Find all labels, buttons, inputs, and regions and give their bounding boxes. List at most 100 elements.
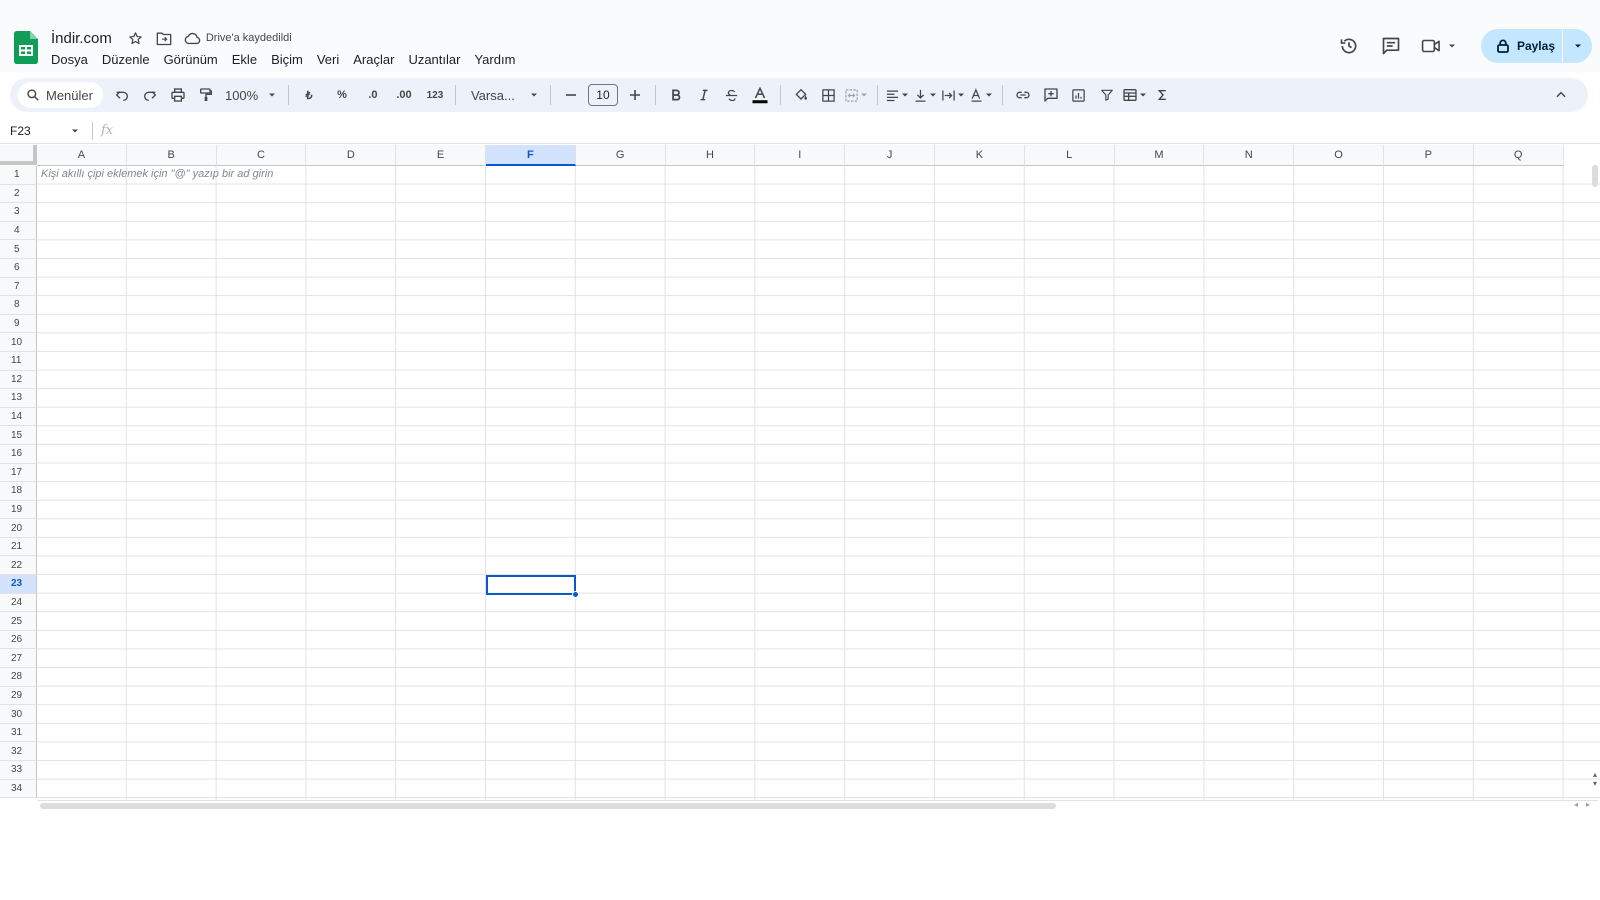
column-header-m[interactable]: M xyxy=(1114,145,1205,166)
row-header-20[interactable]: 20 xyxy=(0,519,37,538)
zoom-select[interactable]: 100% xyxy=(221,82,281,108)
row-header-15[interactable]: 15 xyxy=(0,426,37,445)
row-header-17[interactable]: 17 xyxy=(0,463,37,483)
menu-araclar[interactable]: Araçlar xyxy=(346,50,401,70)
undo-button[interactable] xyxy=(109,82,135,108)
row-header-26[interactable]: 26 xyxy=(0,630,37,650)
column-header-g[interactable]: G xyxy=(575,145,666,166)
text-rotation-button[interactable] xyxy=(969,82,995,108)
menu-yardim[interactable]: Yardım xyxy=(467,50,522,70)
menu-bicim[interactable]: Biçim xyxy=(264,50,310,70)
font-select[interactable]: Varsa... xyxy=(463,82,543,108)
text-wrapping-button[interactable] xyxy=(941,82,967,108)
column-header-j[interactable]: J xyxy=(845,145,935,166)
horizontal-scrollbar-thumb[interactable] xyxy=(40,803,1056,809)
column-header-c[interactable]: C xyxy=(216,145,307,166)
table-view-button[interactable] xyxy=(1122,82,1148,108)
row-header-10[interactable]: 10 xyxy=(0,333,37,352)
row-header-2[interactable]: 2 xyxy=(0,184,37,204)
number-format-button[interactable]: 123 xyxy=(422,82,448,108)
horizontal-scrollbar[interactable]: ◂ ▸ xyxy=(38,800,1598,810)
italic-button[interactable] xyxy=(691,82,717,108)
row-header-19[interactable]: 19 xyxy=(0,500,37,520)
insert-link-button[interactable] xyxy=(1010,82,1036,108)
row-header-30[interactable]: 30 xyxy=(0,705,37,724)
increase-font-size-button[interactable] xyxy=(622,82,648,108)
share-options-button[interactable] xyxy=(1562,29,1592,63)
menu-dosya[interactable]: Dosya xyxy=(44,50,95,70)
filter-button[interactable] xyxy=(1094,82,1120,108)
version-history-icon[interactable] xyxy=(1331,29,1367,63)
row-header-14[interactable]: 14 xyxy=(0,407,37,427)
cloud-saved-icon[interactable] xyxy=(184,30,202,46)
vertical-scroll-arrows[interactable]: ▴ ▾ xyxy=(1590,770,1600,788)
column-header-b[interactable]: B xyxy=(126,145,217,166)
row-header-5[interactable]: 5 xyxy=(0,240,37,259)
fill-handle[interactable] xyxy=(572,591,579,598)
move-folder-icon[interactable] xyxy=(156,30,172,46)
selected-cell-f23[interactable] xyxy=(486,575,579,598)
column-header-e[interactable]: E xyxy=(396,145,486,166)
column-header-k[interactable]: K xyxy=(934,145,1025,166)
collapse-menus-button[interactable] xyxy=(1548,82,1574,108)
name-box[interactable]: F23 xyxy=(0,120,86,142)
strikethrough-button[interactable] xyxy=(719,82,745,108)
font-size-input[interactable]: 10 xyxy=(587,84,618,106)
menu-uzantilar[interactable]: Uzantılar xyxy=(401,50,467,70)
redo-button[interactable] xyxy=(137,82,163,108)
row-header-7[interactable]: 7 xyxy=(0,277,37,297)
merge-cells-button[interactable] xyxy=(844,82,870,108)
paint-format-button[interactable] xyxy=(193,82,219,108)
percent-format-button[interactable]: % xyxy=(329,82,355,108)
share-button[interactable]: Paylaş xyxy=(1481,29,1562,63)
borders-button[interactable] xyxy=(816,82,842,108)
document-title[interactable]: İndir.com xyxy=(51,30,112,47)
comments-icon[interactable] xyxy=(1373,29,1409,63)
row-header-11[interactable]: 11 xyxy=(0,351,37,371)
bold-button[interactable] xyxy=(663,82,689,108)
row-header-28[interactable]: 28 xyxy=(0,668,37,687)
formula-input[interactable] xyxy=(123,120,1600,142)
column-header-d[interactable]: D xyxy=(306,145,397,166)
column-header-l[interactable]: L xyxy=(1024,145,1115,166)
row-header-13[interactable]: 13 xyxy=(0,389,37,408)
row-header-21[interactable]: 21 xyxy=(0,537,37,557)
horizontal-align-button[interactable] xyxy=(885,82,911,108)
column-header-q[interactable]: Q xyxy=(1473,145,1564,166)
row-header-12[interactable]: 12 xyxy=(0,370,37,390)
row-header-9[interactable]: 9 xyxy=(0,314,37,334)
row-header-34[interactable]: 34 xyxy=(0,779,37,799)
row-header-8[interactable]: 8 xyxy=(0,296,37,315)
meet-button[interactable] xyxy=(1415,29,1463,63)
column-header-f[interactable]: F xyxy=(485,145,576,166)
increase-decimal-button[interactable]: .00 xyxy=(391,82,417,108)
row-header-6[interactable]: 6 xyxy=(0,258,37,278)
row-header-31[interactable]: 31 xyxy=(0,723,37,743)
row-header-24[interactable]: 24 xyxy=(0,593,37,613)
row-header-29[interactable]: 29 xyxy=(0,686,37,706)
functions-button[interactable] xyxy=(1150,82,1176,108)
vertical-scrollbar-thumb[interactable] xyxy=(1592,165,1598,187)
decrease-decimal-button[interactable]: .0 xyxy=(360,82,386,108)
column-header-o[interactable]: O xyxy=(1294,145,1384,166)
menu-ekle[interactable]: Ekle xyxy=(225,50,264,70)
column-header-a[interactable]: A xyxy=(37,145,127,166)
row-header-32[interactable]: 32 xyxy=(0,742,37,761)
row-header-1[interactable]: 1 xyxy=(0,166,37,185)
currency-format-button[interactable]: ₺ xyxy=(296,82,322,108)
fill-color-button[interactable] xyxy=(788,82,814,108)
row-header-25[interactable]: 25 xyxy=(0,612,37,631)
select-all-corner[interactable] xyxy=(0,145,37,165)
column-header-n[interactable]: N xyxy=(1204,145,1295,166)
column-header-h[interactable]: H xyxy=(665,145,756,166)
horizontal-scroll-arrows[interactable]: ◂ ▸ xyxy=(1574,800,1590,809)
star-icon[interactable] xyxy=(128,30,144,46)
menu-gorunum[interactable]: Görünüm xyxy=(157,50,225,70)
vertical-align-button[interactable] xyxy=(913,82,939,108)
row-header-18[interactable]: 18 xyxy=(0,482,37,501)
column-header-i[interactable]: I xyxy=(755,145,846,166)
row-header-33[interactable]: 33 xyxy=(0,761,37,780)
print-button[interactable] xyxy=(165,82,191,108)
row-header-4[interactable]: 4 xyxy=(0,221,37,241)
row-header-22[interactable]: 22 xyxy=(0,556,37,576)
